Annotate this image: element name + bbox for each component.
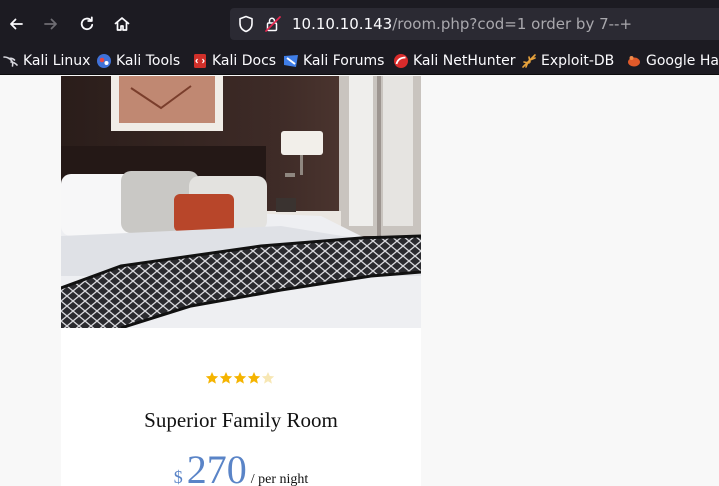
bookmark-label: Kali Docs [212,53,277,69]
bookmark-kali-docs[interactable]: Kali Docs [192,51,276,71]
exploit-db-icon [522,54,536,68]
home-button[interactable] [110,12,134,36]
price-suffix: / per night [250,472,309,486]
back-button[interactable] [4,12,28,36]
google-hacking-icon [628,56,640,67]
room-price: $ 270 / per night [61,446,421,486]
bookmark-kali-linux[interactable]: Kali Linux [3,51,90,71]
forward-arrow-icon [44,18,57,30]
bookmarks-toolbar: Kali Linux Kali Tools Kali Docs Kali For… [0,48,719,75]
url-host: 10.10.10.143 [292,15,393,33]
kali-docs-icon [194,54,206,68]
bookmark-google-hacking-db[interactable]: Google Hac [626,51,719,71]
forward-button[interactable] [39,12,63,36]
bookmark-label: Google Hac [646,53,719,69]
bookmark-kali-tools[interactable]: Kali Tools [96,51,180,71]
page-viewport: Superior Family Room $ 270 / per night [0,76,719,486]
bookmark-label: Kali Forums [303,53,385,69]
room-name[interactable]: Superior Family Room [61,408,421,433]
bookmark-kali-nethunter[interactable]: Kali NetHunter [393,51,515,71]
bedroom-photo-image [61,76,421,328]
home-icon [114,17,130,31]
bookmark-label: Exploit-DB [541,53,615,69]
url-text[interactable]: 10.10.10.143/room.php?cod=1 order by 7--… [292,14,632,34]
price-currency: $ [173,467,183,486]
price-amount: 270 [186,447,247,486]
bookmark-label: Kali Tools [116,53,181,69]
kali-nethunter-icon [394,54,408,68]
reload-button[interactable] [75,12,99,36]
four-star-rating-icon [205,372,275,384]
room-photo[interactable] [61,76,421,328]
reload-icon [80,16,94,31]
star-rating [61,371,421,387]
tracking-protection-shield-icon[interactable] [238,15,254,33]
bookmark-label: Kali NetHunter [413,53,516,69]
bookmark-label: Kali Linux [23,53,91,69]
address-bar[interactable]: 10.10.10.143/room.php?cod=1 order by 7--… [230,8,719,40]
insecure-lock-icon[interactable] [264,15,282,33]
url-path: /room.php?cod=1 order by 7--+ [392,15,633,33]
bookmark-kali-forums[interactable]: Kali Forums [283,51,384,71]
room-card: Superior Family Room $ 270 / per night [61,76,421,486]
back-arrow-icon [10,18,23,30]
kali-forums-icon [284,55,298,67]
browser-toolbar: 10.10.10.143/room.php?cod=1 order by 7--… [0,0,719,48]
kali-dragon-icon [3,56,18,67]
bookmark-exploit-db[interactable]: Exploit-DB [521,51,614,71]
kali-tools-icon [97,54,111,68]
